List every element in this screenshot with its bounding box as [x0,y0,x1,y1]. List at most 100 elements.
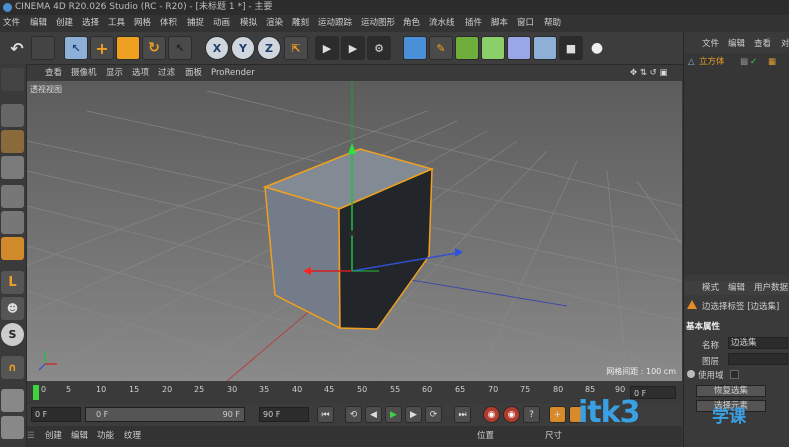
previous-key-icon[interactable]: ⟲ [345,406,362,423]
previous-frame-icon[interactable]: ◀ [365,406,382,423]
menu-tools[interactable]: 工具 [108,15,125,32]
menu-character[interactable]: 角色 [403,15,420,32]
render-picture-viewer-icon[interactable]: ▶ [341,36,365,60]
coordinate-system-icon[interactable]: ⇱ [284,36,308,60]
enable-axis-icon[interactable]: L [1,271,24,294]
tab-texture[interactable]: 纹理 [124,426,141,447]
current-frame-indicator[interactable] [33,385,39,400]
tweak-mode-icon[interactable]: ☻ [1,297,24,320]
menu-motion-tracking[interactable]: 运动跟踪 [318,15,352,32]
use-field-checkbox[interactable] [730,370,739,379]
vp-menu-display[interactable]: 显示 [106,65,123,81]
menu-plugins[interactable]: 插件 [465,15,482,32]
workplane-mode-icon[interactable] [1,156,24,179]
menu-snap[interactable]: 捕捉 [187,15,204,32]
grid-icon[interactable] [1,389,24,412]
vp-menu-prorender[interactable]: ProRender [211,65,255,81]
autokey-icon[interactable]: ◉ [503,406,520,423]
go-to-start-icon[interactable]: ⏮ [317,406,334,423]
vp-menu-panel[interactable]: 面板 [185,65,202,81]
pen-spline-icon[interactable]: ✎ [429,36,453,60]
render-view-icon[interactable]: ▶ [315,36,339,60]
perspective-viewport[interactable]: 透视视图 网格间距 : 100 cm [27,81,682,381]
menu-mograph[interactable]: 运动图形 [361,15,395,32]
object-row[interactable]: △ 立方体 ▩ ✓ ▦ [686,56,786,68]
move-tool-icon[interactable]: + [90,36,114,60]
menu-edit[interactable]: 编辑 [30,15,47,32]
cube-primitive-icon[interactable] [403,36,427,60]
menu-volume[interactable]: 体积 [160,15,177,32]
tab-create[interactable]: 创建 [45,426,62,447]
visibility-icon[interactable]: ▩ [740,56,748,68]
keyframe-selection-icon[interactable]: ? [523,406,540,423]
x-axis-lock-icon[interactable]: X [205,36,229,60]
vp-menu-filter[interactable]: 过滤 [158,65,175,81]
magnet-icon[interactable]: ∩ [1,356,24,379]
attr-tab-userdata[interactable]: 用户数据 [754,281,788,295]
preview-range-slider[interactable]: 0 F 90 F [85,407,245,422]
object-name[interactable]: 立方体 [699,56,725,68]
menu-window[interactable]: 窗口 [517,15,534,32]
model-mode-icon[interactable] [1,104,24,127]
tab-function[interactable]: 功能 [97,426,114,447]
play-icon[interactable]: ▶ [385,406,402,423]
select-cursor-icon[interactable]: ↖ [64,36,88,60]
vp-menu-camera[interactable]: 摄像机 [71,65,97,81]
snap-icon[interactable]: S [1,323,24,346]
record-active-icon[interactable]: ◉ [483,406,500,423]
end-frame-field[interactable]: 90 F [259,407,309,422]
viewport-nav-icon[interactable]: ✥ ⇅ ↺ ▣ [630,65,668,81]
y-axis-lock-icon[interactable]: Y [231,36,255,60]
menu-simulate[interactable]: 模拟 [240,15,257,32]
go-to-end-icon[interactable]: ⏭ [454,406,471,423]
menu-pipeline[interactable]: 流水线 [429,15,455,32]
menu-select[interactable]: 选择 [82,15,99,32]
redo-icon[interactable] [31,36,55,60]
menu-create[interactable]: 创建 [56,15,73,32]
menu-file[interactable]: 文件 [3,15,20,32]
vp-menu-options[interactable]: 选项 [132,65,149,81]
points-mode-icon[interactable] [1,185,24,208]
start-frame-field[interactable]: 0 F [31,407,81,422]
subdivision-surface-icon[interactable] [455,36,479,60]
edges-mode-icon[interactable] [1,211,24,234]
attr-tab-edit[interactable]: 编辑 [728,281,745,295]
om-menu-view[interactable]: 查看 [754,36,771,52]
camera-icon[interactable]: ■ [559,36,583,60]
lock-workplane-icon[interactable] [1,416,24,439]
tag-icon[interactable]: ▦ [768,56,776,68]
menu-animate[interactable]: 动画 [213,15,230,32]
recent-tool-icon[interactable]: ↖ [168,36,192,60]
make-editable-icon[interactable] [1,68,24,91]
next-frame-icon[interactable]: ▶ [405,406,422,423]
next-key-icon[interactable]: ⟳ [425,406,442,423]
deformer-icon[interactable] [507,36,531,60]
z-axis-lock-icon[interactable]: Z [257,36,281,60]
restore-selection-button[interactable]: 恢复选集 [696,385,766,397]
render-settings-icon[interactable]: ⚙ [367,36,391,60]
menu-mesh[interactable]: 网格 [134,15,151,32]
name-field[interactable]: 边选集 [728,337,788,349]
menu-help[interactable]: 帮助 [544,15,561,32]
floor-scene-icon[interactable] [533,36,557,60]
om-menu-edit[interactable]: 编辑 [728,36,745,52]
menu-sculpt[interactable]: 雕刻 [292,15,309,32]
om-menu-object[interactable]: 对 [781,36,789,52]
undo-icon[interactable]: ↶ [5,36,29,60]
menu-render[interactable]: 渲染 [266,15,283,32]
menu-script[interactable]: 脚本 [491,15,508,32]
enabled-check-icon[interactable]: ✓ [750,56,757,68]
use-field-radio[interactable] [687,370,695,378]
polygons-mode-icon[interactable] [1,237,24,260]
om-menu-file[interactable]: 文件 [702,36,719,52]
scale-tool-icon[interactable] [116,36,140,60]
array-cloner-icon[interactable] [481,36,505,60]
texture-mode-icon[interactable] [1,130,24,153]
vp-menu-view[interactable]: 查看 [45,65,62,81]
attr-tab-mode[interactable]: 模式 [702,281,719,295]
light-bulb-icon[interactable]: ● [585,36,609,60]
panel-menu-icon[interactable]: ☰ [27,426,35,447]
position-key-icon[interactable]: + [549,406,566,423]
tab-edit[interactable]: 编辑 [71,426,88,447]
layer-field[interactable] [728,353,788,365]
